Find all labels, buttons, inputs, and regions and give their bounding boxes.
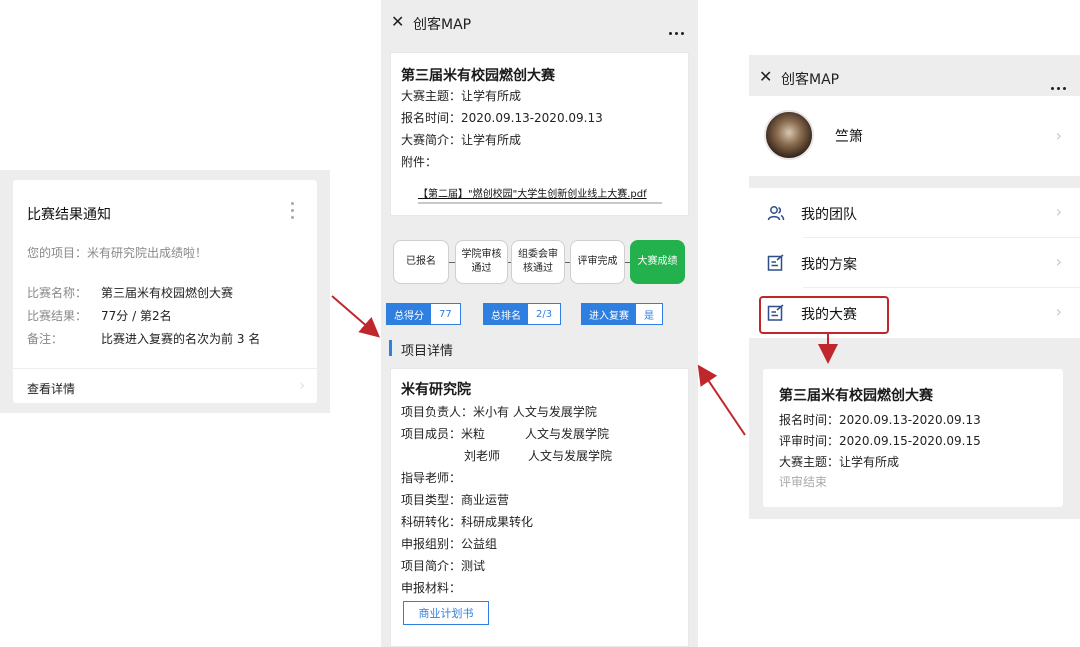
step-contest-result[interactable]: 大赛成绩: [630, 240, 685, 284]
divider: [13, 368, 317, 369]
step-label: 已报名: [406, 256, 436, 267]
contest-theme: 大赛主题：让学有所成: [401, 89, 522, 103]
notice-row-value: 比赛进入复赛的名次为前 3 名: [101, 332, 261, 346]
notice-project-line: 您的项目：米有研究院出成绩啦！: [27, 246, 208, 260]
stat-value: 是: [644, 310, 654, 322]
project-advisor: 指导老师：: [401, 471, 462, 485]
progress-steps: 已报名 学院审核通过 组委会审核通过 评审完成 大赛成绩: [393, 240, 685, 284]
more-horizontal-icon[interactable]: [666, 20, 684, 39]
nav-bar: ✕ 创客MAP: [749, 55, 1080, 99]
profile-row[interactable]: 竺箫 ›: [749, 96, 1080, 176]
step-label: 评审完成: [577, 256, 618, 267]
notice-row-value: 77分 / 第2名: [101, 309, 172, 323]
chevron-right-icon: ›: [1055, 126, 1062, 145]
contest-name: 第三届米有校园燃创大赛: [401, 68, 555, 84]
step-label: 大赛成绩: [637, 256, 678, 267]
my-contest-title: 第三届米有校园燃创大赛: [779, 388, 933, 404]
team-icon: [767, 206, 785, 221]
member-name: 刘老师: [464, 449, 501, 463]
edit-document-icon: [767, 254, 784, 271]
notice-row-key: 比赛名称：: [27, 286, 88, 300]
contest-info-card: 第三届米有校园燃创大赛 大赛主题：让学有所成 报名时间：2020.09.13-2…: [390, 52, 689, 216]
arrow-notice-to-detail: [331, 295, 381, 338]
members-label: 项目成员：: [401, 427, 462, 441]
stat-value: 77: [439, 308, 452, 320]
contest-intro: 大赛简介：让学有所成: [401, 133, 522, 147]
stat-key: 进入复赛: [582, 304, 636, 324]
result-notice-card[interactable]: 比赛结果通知 您的项目：米有研究院出成绩啦！ 比赛名称： 第三届米有校园燃创大赛 …: [13, 180, 317, 403]
project-detail-card: 米有研究院 项目负责人：米小有 人文与发展学院 项目成员：米粒 人文与发展学院 刘…: [390, 368, 689, 647]
step-college-review: 学院审核 通过: [455, 240, 508, 284]
view-details-link[interactable]: 查看详情: [27, 380, 75, 397]
member-name: 米粒: [461, 427, 486, 441]
section-accent-bar: [389, 340, 392, 356]
section-title: 项目详情: [401, 344, 454, 359]
my-contest-signup: 报名时间：2020.09.13-2020.09.13: [779, 413, 981, 427]
project-intro: 项目简介：测试: [401, 559, 486, 573]
my-contest-card[interactable]: 第三届米有校园燃创大赛 报名时间：2020.09.13-2020.09.13 评…: [763, 369, 1063, 507]
stat-total-score: 总得分 77: [386, 303, 461, 325]
project-materials: 申报材料：: [401, 581, 462, 595]
chevron-right-icon: ›: [299, 378, 305, 394]
highlight-annotation-box: [759, 296, 889, 334]
menu-item-my-team[interactable]: 我的团队 ›: [749, 188, 1080, 238]
business-plan-button[interactable]: 商业计划书: [403, 601, 489, 625]
step-label: 组委会审: [518, 249, 558, 260]
project-member-row: 项目成员：米粒 人文与发展学院: [401, 425, 609, 442]
chevron-right-icon: ›: [1055, 302, 1062, 321]
profile-name: 竺箫: [835, 129, 863, 145]
member-school: 人文与发展学院: [525, 427, 610, 441]
contest-signup-time: 报名时间：2020.09.13-2020.09.13: [401, 111, 603, 125]
stat-advance: 进入复赛 是: [581, 303, 663, 325]
arrow-contests-to-detail: [697, 364, 746, 436]
my-contest-theme: 大赛主题：让学有所成: [779, 455, 900, 469]
step-review-complete: 评审完成: [570, 240, 625, 284]
close-icon[interactable]: ✕: [391, 12, 404, 31]
my-contest-status: 评审结束: [779, 475, 828, 489]
notification-panel: 比赛结果通知 您的项目：米有研究院出成绩啦！ 比赛名称： 第三届米有校园燃创大赛 …: [0, 170, 330, 413]
notice-row-key: 备注：: [27, 332, 64, 346]
more-vertical-icon[interactable]: [291, 202, 295, 223]
avatar: [764, 110, 814, 160]
my-contest-review: 评审时间：2020.09.15-2020.09.15: [779, 434, 981, 448]
nav-title: 创客MAP: [413, 17, 472, 33]
attachment-label: 附件：: [401, 155, 438, 169]
stat-key: 总排名: [484, 304, 528, 324]
menu-item-my-plans[interactable]: 我的方案 ›: [749, 238, 1080, 288]
step-committee-review: 组委会审 核通过: [511, 240, 565, 284]
project-leader: 项目负责人：米小有 人文与发展学院: [401, 405, 597, 419]
attachment-underline: [418, 202, 662, 204]
stat-total-rank: 总排名 2/3: [483, 303, 562, 325]
close-icon[interactable]: ✕: [759, 67, 772, 86]
project-type: 项目类型：商业运营: [401, 493, 510, 507]
notice-row-contest-name: 比赛名称： 第三届米有校园燃创大赛: [27, 284, 233, 301]
notice-row-remark: 备注： 比赛进入复赛的名次为前 3 名: [27, 330, 260, 347]
nav-bar: ✕ 创客MAP: [381, 0, 698, 44]
notice-row-result: 比赛结果： 77分 / 第2名: [27, 307, 172, 324]
project-member-row: 刘老师 人文与发展学院: [464, 447, 612, 464]
notice-title: 比赛结果通知: [27, 207, 111, 223]
project-research: 科研转化：科研成果转化: [401, 515, 534, 529]
contest-detail-screen: ✕ 创客MAP 第三届米有校园燃创大赛 大赛主题：让学有所成 报名时间：2020…: [381, 0, 698, 647]
notice-row-value: 第三届米有校园燃创大赛: [101, 286, 234, 300]
step-registered: 已报名: [393, 240, 449, 284]
project-name: 米有研究院: [401, 382, 471, 398]
notice-row-key: 比赛结果：: [27, 309, 88, 323]
more-horizontal-icon[interactable]: [1048, 75, 1066, 94]
menu-label: 我的团队: [801, 207, 857, 223]
step-label: 学院审核: [461, 249, 502, 260]
menu-label: 我的方案: [801, 257, 857, 273]
attachment-file-link[interactable]: 【第二届】"燃创校园"大学生创新创业线上大赛.pdf: [418, 185, 647, 200]
step-label: 通过: [471, 263, 492, 274]
profile-screen: ✕ 创客MAP 竺箫 › 我的团队 › 我的方案 › 我的大赛 › 第三届米有校…: [749, 55, 1080, 519]
nav-title: 创客MAP: [781, 72, 840, 88]
stat-key: 总得分: [387, 304, 431, 324]
chevron-right-icon: ›: [1055, 202, 1062, 221]
member-school: 人文与发展学院: [528, 449, 613, 463]
chevron-right-icon: ›: [1055, 252, 1062, 271]
stat-value: 2/3: [536, 308, 553, 320]
project-group: 申报组别：公益组: [401, 537, 498, 551]
step-label: 核通过: [523, 263, 553, 274]
